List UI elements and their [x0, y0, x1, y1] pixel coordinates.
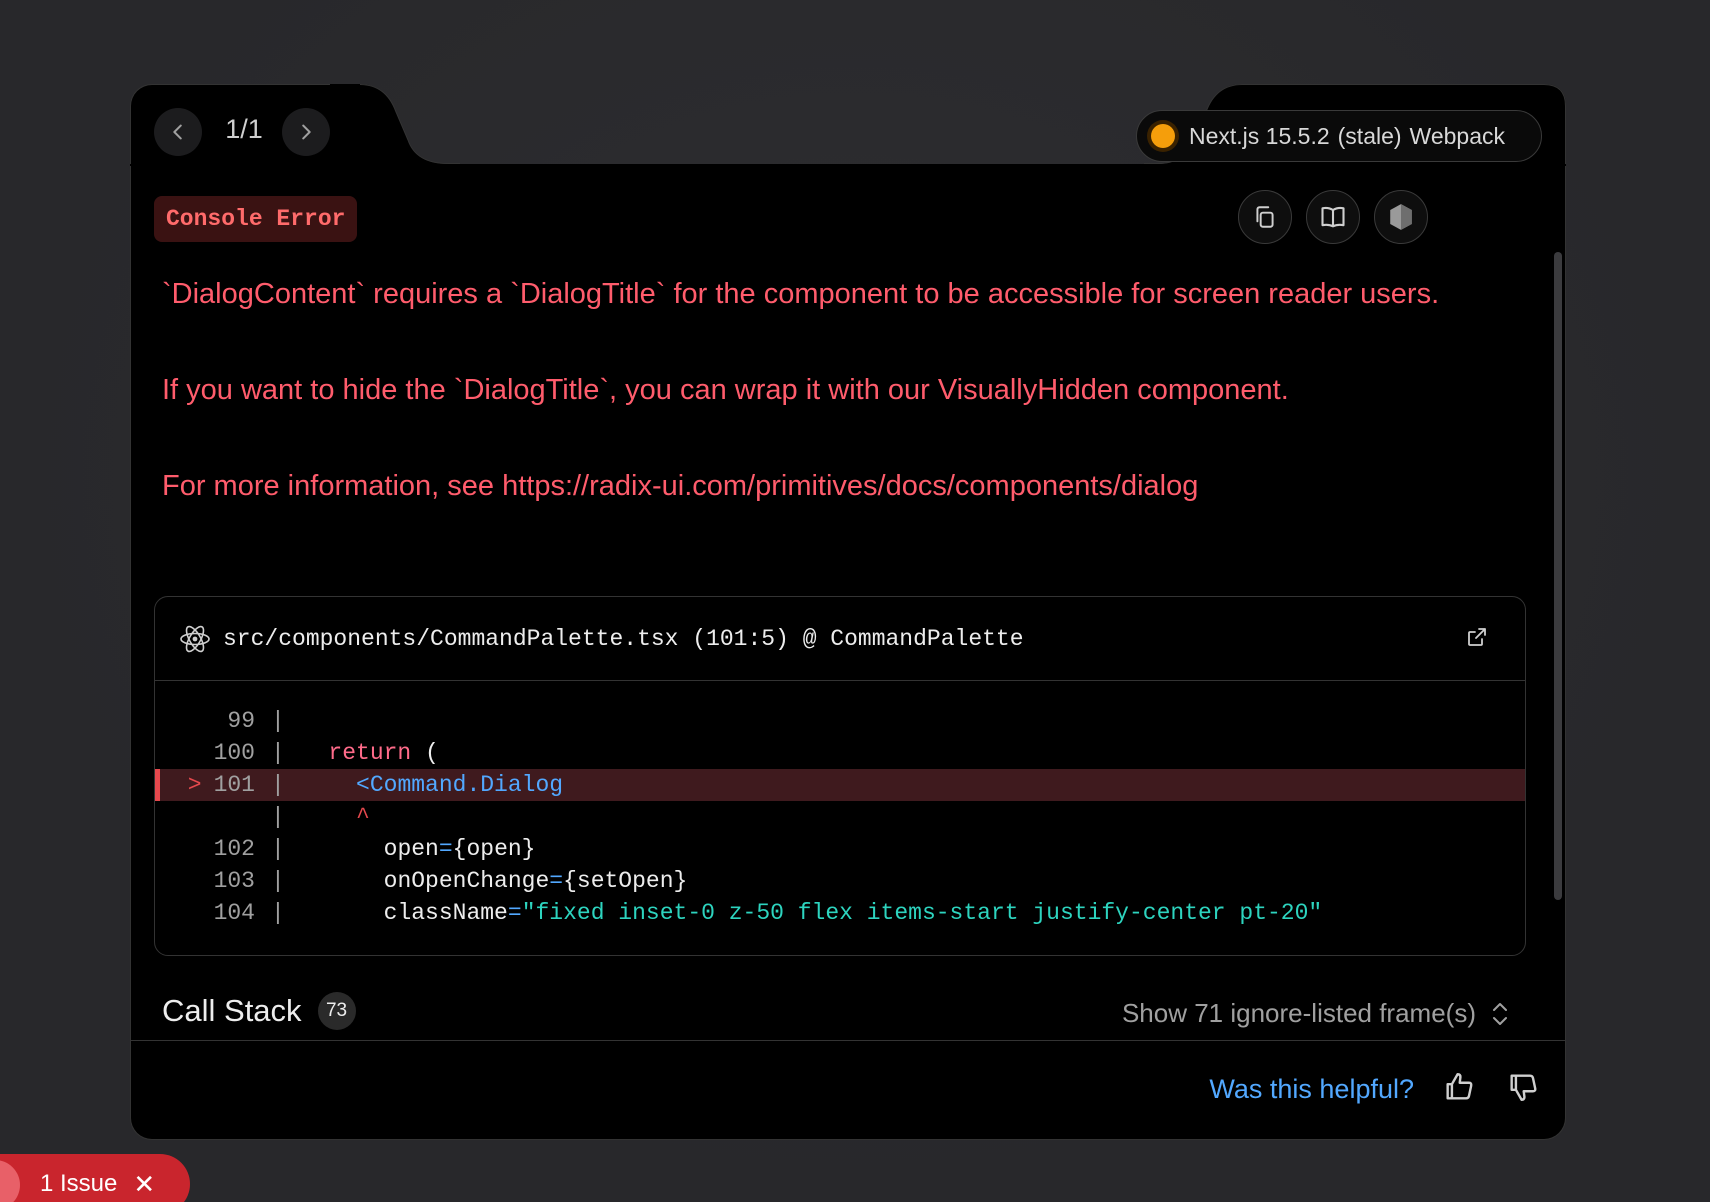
error-message: `DialogContent` requires a `DialogTitle`… [162, 270, 1462, 558]
nodejs-icon [1390, 204, 1412, 230]
error-caret: ^ [356, 804, 370, 830]
error-message-hint: If you want to hide the `DialogTitle`, y… [162, 374, 1289, 406]
code-attr: open [383, 836, 439, 862]
thumbs-down-icon [1510, 1074, 1537, 1101]
show-ignored-frames-toggle[interactable]: Show 71 ignore-listed frame(s) [1122, 998, 1510, 1029]
thumbs-up-icon [1446, 1073, 1473, 1100]
code-value: {open} [452, 836, 536, 862]
scrollbar-thumb[interactable] [1554, 252, 1562, 900]
bundler-name: Webpack [1409, 122, 1506, 149]
open-in-editor-icon[interactable] [1465, 625, 1489, 649]
error-overlay-dialog: 1/1 Next.js 15.5.2 (stale) Webpack Conso… [130, 84, 1566, 1140]
code-text: ( [411, 740, 439, 766]
tab-curve [330, 84, 460, 166]
book-icon [1321, 206, 1345, 228]
code-snippet: 99 | 100 | return ( >101 | <Command.Dialog … [155, 681, 1525, 929]
code-attr: className [383, 900, 508, 926]
feedback-prompt: Was this helpful? [1209, 1074, 1414, 1104]
error-line-arrow: > [187, 772, 202, 798]
chevron-left-icon [173, 124, 182, 140]
code-line: 102 | open = {open} [155, 833, 1525, 865]
line-number: 101 [213, 772, 255, 798]
line-number: 99 [227, 708, 255, 734]
previous-error-button[interactable] [154, 108, 202, 156]
version-status: (stale) [1337, 122, 1402, 149]
code-value: {setOpen} [563, 868, 688, 894]
line-number: 102 [213, 836, 255, 862]
line-number: 104 [213, 900, 255, 926]
code-string: "fixed inset-0 z-50 flex items-start jus… [521, 900, 1323, 926]
line-number: 103 [213, 868, 255, 894]
code-line: 99 | [155, 705, 1525, 737]
code-jsx-tag: <Command.Dialog [356, 772, 564, 798]
issues-indicator[interactable]: 1 Issue ✕ [0, 1154, 190, 1202]
error-message-line: `DialogContent` requires a `DialogTitle`… [162, 278, 1440, 310]
code-line-highlighted: >101 | <Command.Dialog [155, 769, 1525, 801]
error-counter: 1/1 [225, 114, 263, 144]
close-icon[interactable]: ✕ [133, 1169, 155, 1200]
issue-count-label: 1 Issue [40, 1170, 118, 1197]
chevron-right-icon [302, 124, 311, 140]
next-error-button[interactable] [282, 108, 330, 156]
code-line: | ^ [271, 804, 370, 830]
open-docs-button[interactable] [1306, 190, 1360, 244]
chevron-up-down-icon [1493, 1002, 1507, 1025]
call-stack-header: Call Stack 73 [162, 992, 356, 1030]
line-number: 100 [213, 740, 255, 766]
error-message-link: For more information, see https://radix-… [162, 470, 1199, 502]
source-file-path[interactable]: src/components/CommandPalette.tsx (101:5… [223, 626, 1024, 652]
code-frame-header: src/components/CommandPalette.tsx (101:5… [155, 597, 1525, 681]
code-frame: src/components/CommandPalette.tsx (101:5… [154, 596, 1526, 956]
footer-divider [130, 1040, 1566, 1041]
issue-indicator-dot [0, 1160, 20, 1202]
error-type-badge: Console Error [154, 196, 358, 242]
code-attr: onOpenChange [383, 868, 550, 894]
call-stack-title: Call Stack [162, 993, 302, 1028]
thumbs-up-button[interactable] [1442, 1070, 1476, 1109]
react-icon [180, 625, 210, 652]
frame-count-badge: 73 [317, 992, 356, 1030]
stale-status-dot [1151, 124, 1175, 148]
node-inspector-button[interactable] [1374, 190, 1428, 244]
copy-error-button[interactable] [1238, 190, 1292, 244]
show-frames-label: Show 71 ignore-listed frame(s) [1121, 998, 1476, 1028]
copy-icon [1256, 206, 1274, 228]
code-line: 104 | className = "fixed inset-0 z-50 flex … [155, 897, 1525, 929]
code-line: 103 | onOpenChange = {setOpen} [155, 865, 1525, 897]
code-keyword: return [328, 740, 412, 766]
thumbs-down-button[interactable] [1506, 1070, 1540, 1109]
code-line: 100 | return ( [155, 737, 1525, 769]
framework-version: Next.js 15.5.2 [1189, 122, 1330, 149]
version-indicator[interactable]: Next.js 15.5.2 (stale) Webpack [1136, 110, 1542, 162]
